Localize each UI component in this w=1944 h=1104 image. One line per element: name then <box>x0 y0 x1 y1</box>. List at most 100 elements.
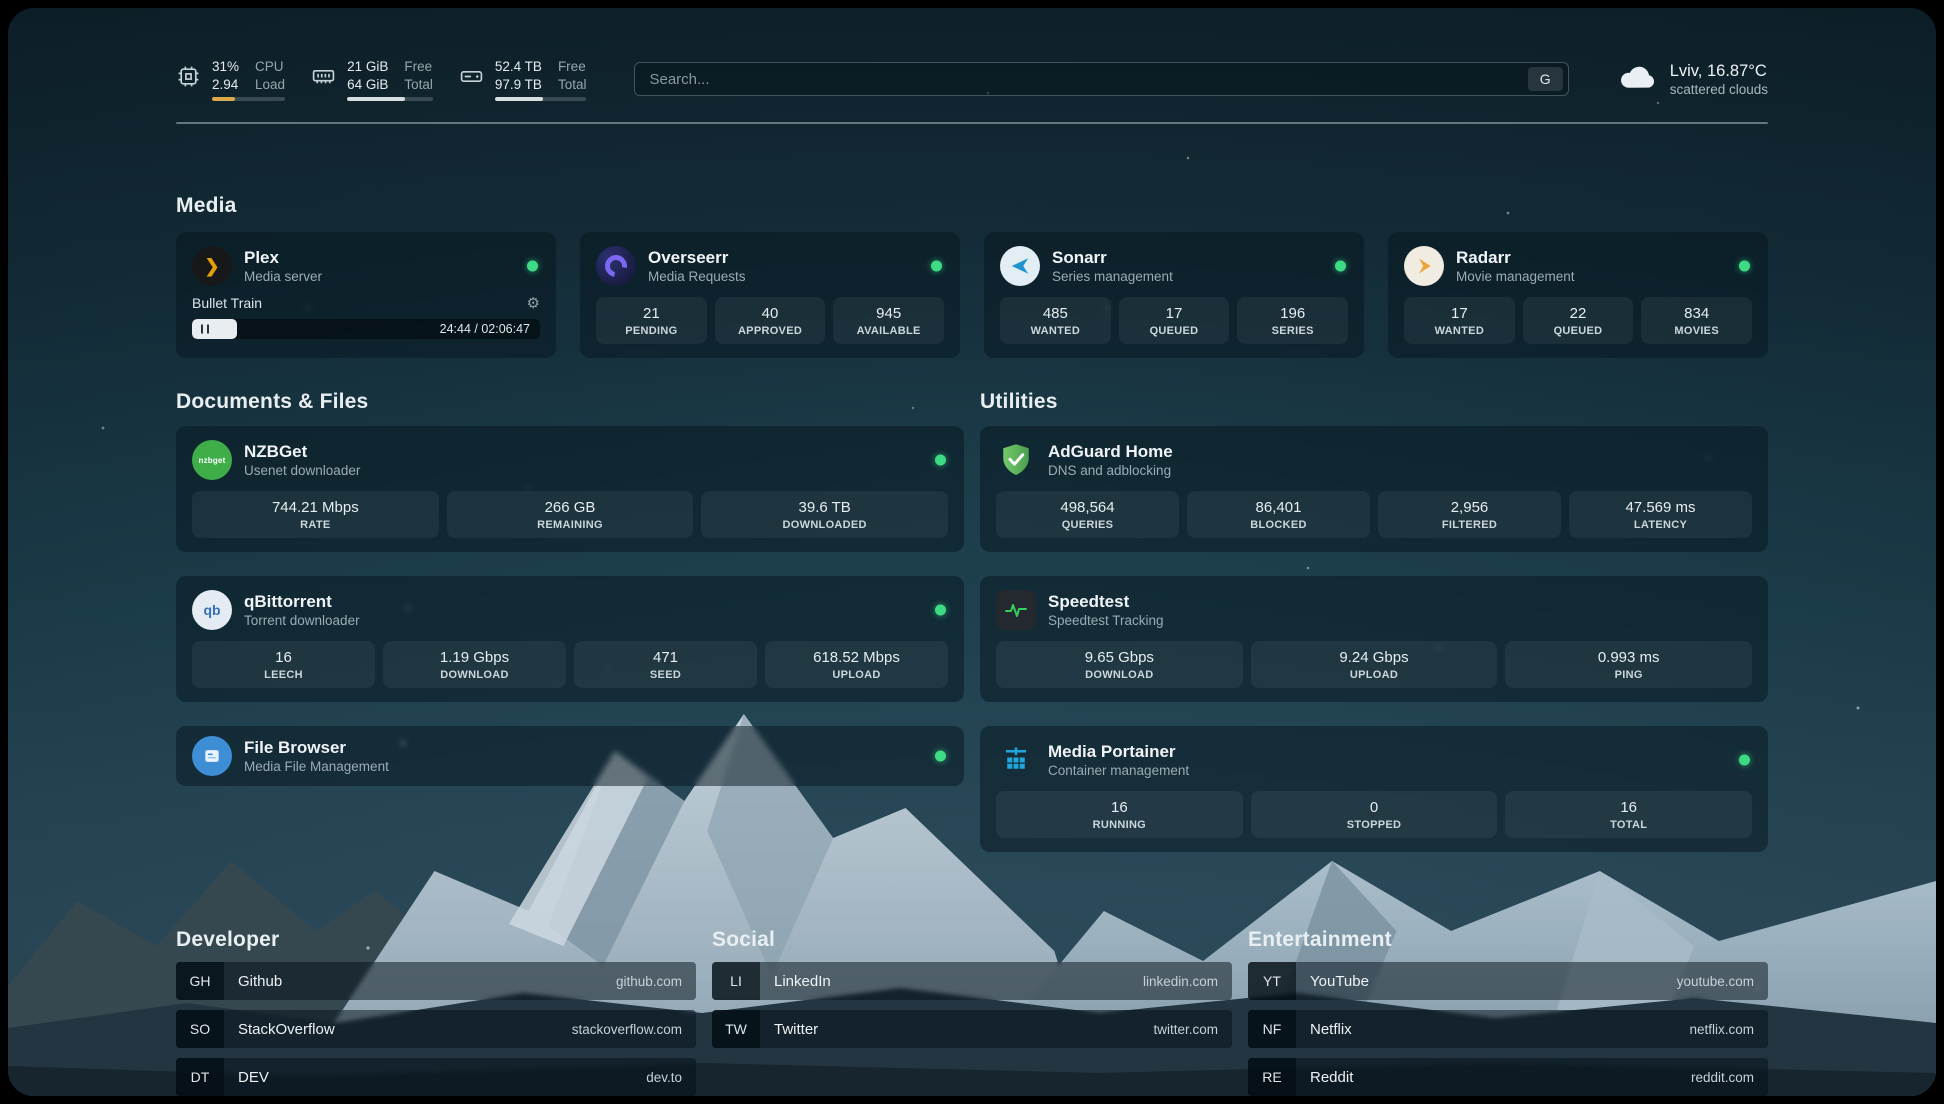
bookmark-abbr: LI <box>712 962 760 1000</box>
stat-box: 485 WANTED <box>1000 297 1111 344</box>
bookmark-url: youtube.com <box>1677 974 1768 989</box>
service-name: qBittorrent <box>244 591 360 612</box>
bookmark-abbr: SO <box>176 1010 224 1048</box>
section-title-entertainment: Entertainment <box>1248 928 1768 952</box>
stat-value: 266 GB <box>451 498 690 517</box>
bookmark-youtube[interactable]: YT YouTube youtube.com <box>1248 962 1768 1000</box>
bookmark-url: dev.to <box>646 1070 696 1085</box>
service-card-overseerr[interactable]: Overseerr Media Requests 21 PENDING 40 A… <box>580 232 960 358</box>
bookmark-abbr: DT <box>176 1058 224 1096</box>
stat-value: 16 <box>196 648 371 667</box>
pause-icon[interactable] <box>201 325 209 334</box>
stat-label: RUNNING <box>1000 819 1239 831</box>
playback-progress-bar[interactable]: 24:44 / 02:06:47 <box>192 319 540 339</box>
bookmark-stackoverflow[interactable]: SO StackOverflow stackoverflow.com <box>176 1010 696 1048</box>
stat-value: 16 <box>1000 798 1239 817</box>
stat-box: 86,401 BLOCKED <box>1187 491 1370 538</box>
service-desc: Container management <box>1048 762 1189 779</box>
stat-value: 22 <box>1527 304 1630 323</box>
stat-label: QUEUED <box>1123 325 1226 337</box>
ram-icon <box>311 64 336 94</box>
service-card-nzbget[interactable]: nzbget NZBGet Usenet downloader 744.21 M… <box>176 426 964 552</box>
stat-label: UPLOAD <box>1255 669 1494 681</box>
topbar: 31% CPU 2.94 Load 21 <box>176 52 1768 106</box>
ram-usage-bar <box>347 97 433 101</box>
service-name: Radarr <box>1456 247 1575 268</box>
stat-box: 2,956 FILTERED <box>1378 491 1561 538</box>
service-name: Sonarr <box>1052 247 1173 268</box>
bookmark-linkedin[interactable]: LI LinkedIn linkedin.com <box>712 962 1232 1000</box>
stat-box: 945 AVAILABLE <box>833 297 944 344</box>
stat-value: 0 <box>1255 798 1494 817</box>
radarr-icon <box>1404 246 1444 286</box>
bookmark-url: twitter.com <box>1153 1022 1232 1037</box>
stat-value: 945 <box>837 304 940 323</box>
cpu-load-value: 2.94 <box>212 76 239 93</box>
status-online-dot <box>931 261 942 272</box>
stat-box: 21 PENDING <box>596 297 707 344</box>
bookmark-name: Reddit <box>1296 1069 1353 1086</box>
service-desc: Speedtest Tracking <box>1048 612 1164 629</box>
stat-label: RATE <box>196 519 435 531</box>
service-name: Speedtest <box>1048 591 1164 612</box>
bookmark-reddit[interactable]: RE Reddit reddit.com <box>1248 1058 1768 1096</box>
service-card-plex[interactable]: ❯ Plex Media server Bullet Train ⚙ 24:44… <box>176 232 556 358</box>
stat-box: 16 TOTAL <box>1505 791 1752 838</box>
search-input[interactable] <box>649 71 1527 88</box>
service-desc: Torrent downloader <box>244 612 360 629</box>
ram-total-label: Total <box>404 76 433 93</box>
stat-value: 9.24 Gbps <box>1255 648 1494 667</box>
service-name: Media Portainer <box>1048 741 1189 762</box>
service-desc: Series management <box>1052 268 1173 285</box>
service-card-filebrowser[interactable]: File Browser Media File Management <box>176 726 964 786</box>
bookmark-netflix[interactable]: NF Netflix netflix.com <box>1248 1010 1768 1048</box>
stat-value: 196 <box>1241 304 1344 323</box>
bookmark-abbr: TW <box>712 1010 760 1048</box>
stat-label: BLOCKED <box>1191 519 1366 531</box>
stat-box: 47.569 ms LATENCY <box>1569 491 1752 538</box>
service-desc: Usenet downloader <box>244 462 360 479</box>
stat-value: 17 <box>1408 304 1511 323</box>
stat-label: WANTED <box>1004 325 1107 337</box>
bookmark-abbr: GH <box>176 962 224 1000</box>
bookmark-github[interactable]: GH Github github.com <box>176 962 696 1000</box>
section-title-social: Social <box>712 928 1232 952</box>
status-online-dot <box>1739 261 1750 272</box>
social-column: Social LI LinkedIn linkedin.com TW Twitt… <box>712 928 1232 1048</box>
stat-value: 47.569 ms <box>1573 498 1748 517</box>
bookmark-url: reddit.com <box>1691 1070 1768 1085</box>
bookmark-abbr: NF <box>1248 1010 1296 1048</box>
bookmark-dev[interactable]: DT DEV dev.to <box>176 1058 696 1096</box>
plex-icon: ❯ <box>192 246 232 286</box>
service-card-sonarr[interactable]: Sonarr Series management 485 WANTED 17 Q… <box>984 232 1364 358</box>
bookmark-twitter[interactable]: TW Twitter twitter.com <box>712 1010 1232 1048</box>
bookmark-url: netflix.com <box>1689 1022 1768 1037</box>
stat-box: 9.65 Gbps DOWNLOAD <box>996 641 1243 688</box>
service-card-radarr[interactable]: Radarr Movie management 17 WANTED 22 QUE… <box>1388 232 1768 358</box>
bookmark-abbr: RE <box>1248 1058 1296 1096</box>
stat-box: 16 LEECH <box>192 641 375 688</box>
gear-icon[interactable]: ⚙ <box>527 294 540 312</box>
bookmark-name: Netflix <box>1296 1021 1352 1038</box>
bookmark-url: github.com <box>616 974 696 989</box>
bookmark-name: LinkedIn <box>760 973 831 990</box>
cpu-widget: 31% CPU 2.94 Load <box>176 58 285 101</box>
service-card-adguard[interactable]: AdGuard Home DNS and adblocking 498,564 … <box>980 426 1768 552</box>
media-card-row: ❯ Plex Media server Bullet Train ⚙ 24:44… <box>176 232 1768 358</box>
stat-box: 196 SERIES <box>1237 297 1348 344</box>
service-name: AdGuard Home <box>1048 441 1173 462</box>
service-card-speedtest[interactable]: Speedtest Speedtest Tracking 9.65 Gbps D… <box>980 576 1768 702</box>
bookmark-name: YouTube <box>1296 973 1369 990</box>
portainer-icon <box>996 740 1036 780</box>
stat-label: UPLOAD <box>769 669 944 681</box>
search-engine-badge[interactable]: G <box>1528 67 1563 91</box>
stat-label: DOWNLOADED <box>705 519 944 531</box>
service-name: File Browser <box>244 737 389 758</box>
status-online-dot <box>935 751 946 762</box>
weather-location: Lviv, 16.87°C <box>1670 61 1768 82</box>
stat-value: 21 <box>600 304 703 323</box>
service-card-qbittorrent[interactable]: qb qBittorrent Torrent downloader 16 LEE… <box>176 576 964 702</box>
status-online-dot <box>527 261 538 272</box>
stat-label: QUEUED <box>1527 325 1630 337</box>
service-card-portainer[interactable]: Media Portainer Container management 16 … <box>980 726 1768 852</box>
